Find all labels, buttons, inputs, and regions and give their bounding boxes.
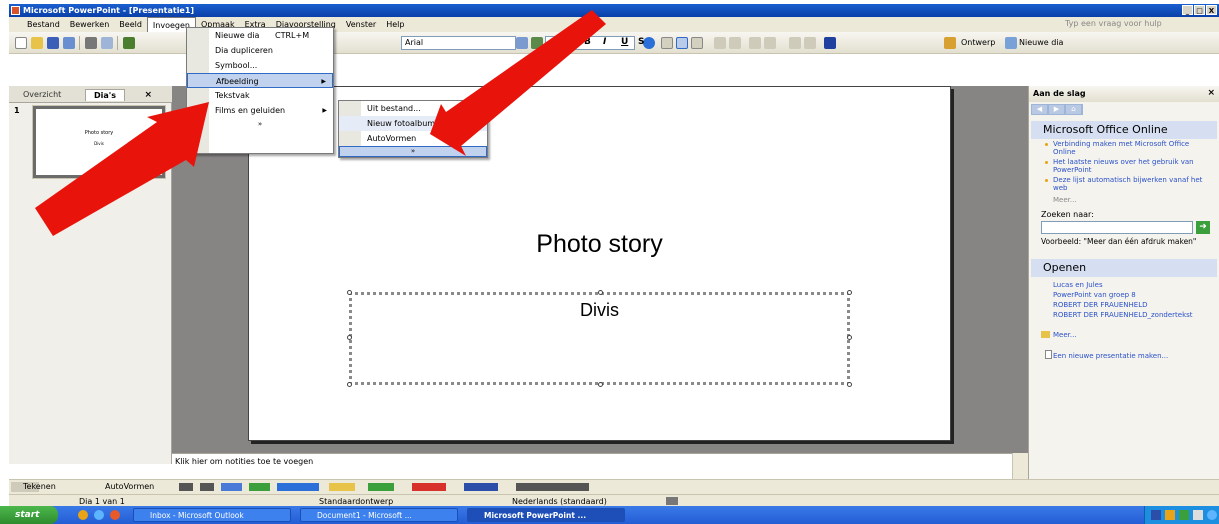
red-arrow-right-icon xyxy=(430,10,606,156)
red-arrow-left-icon xyxy=(35,102,209,236)
annotation-arrows xyxy=(35,10,606,236)
